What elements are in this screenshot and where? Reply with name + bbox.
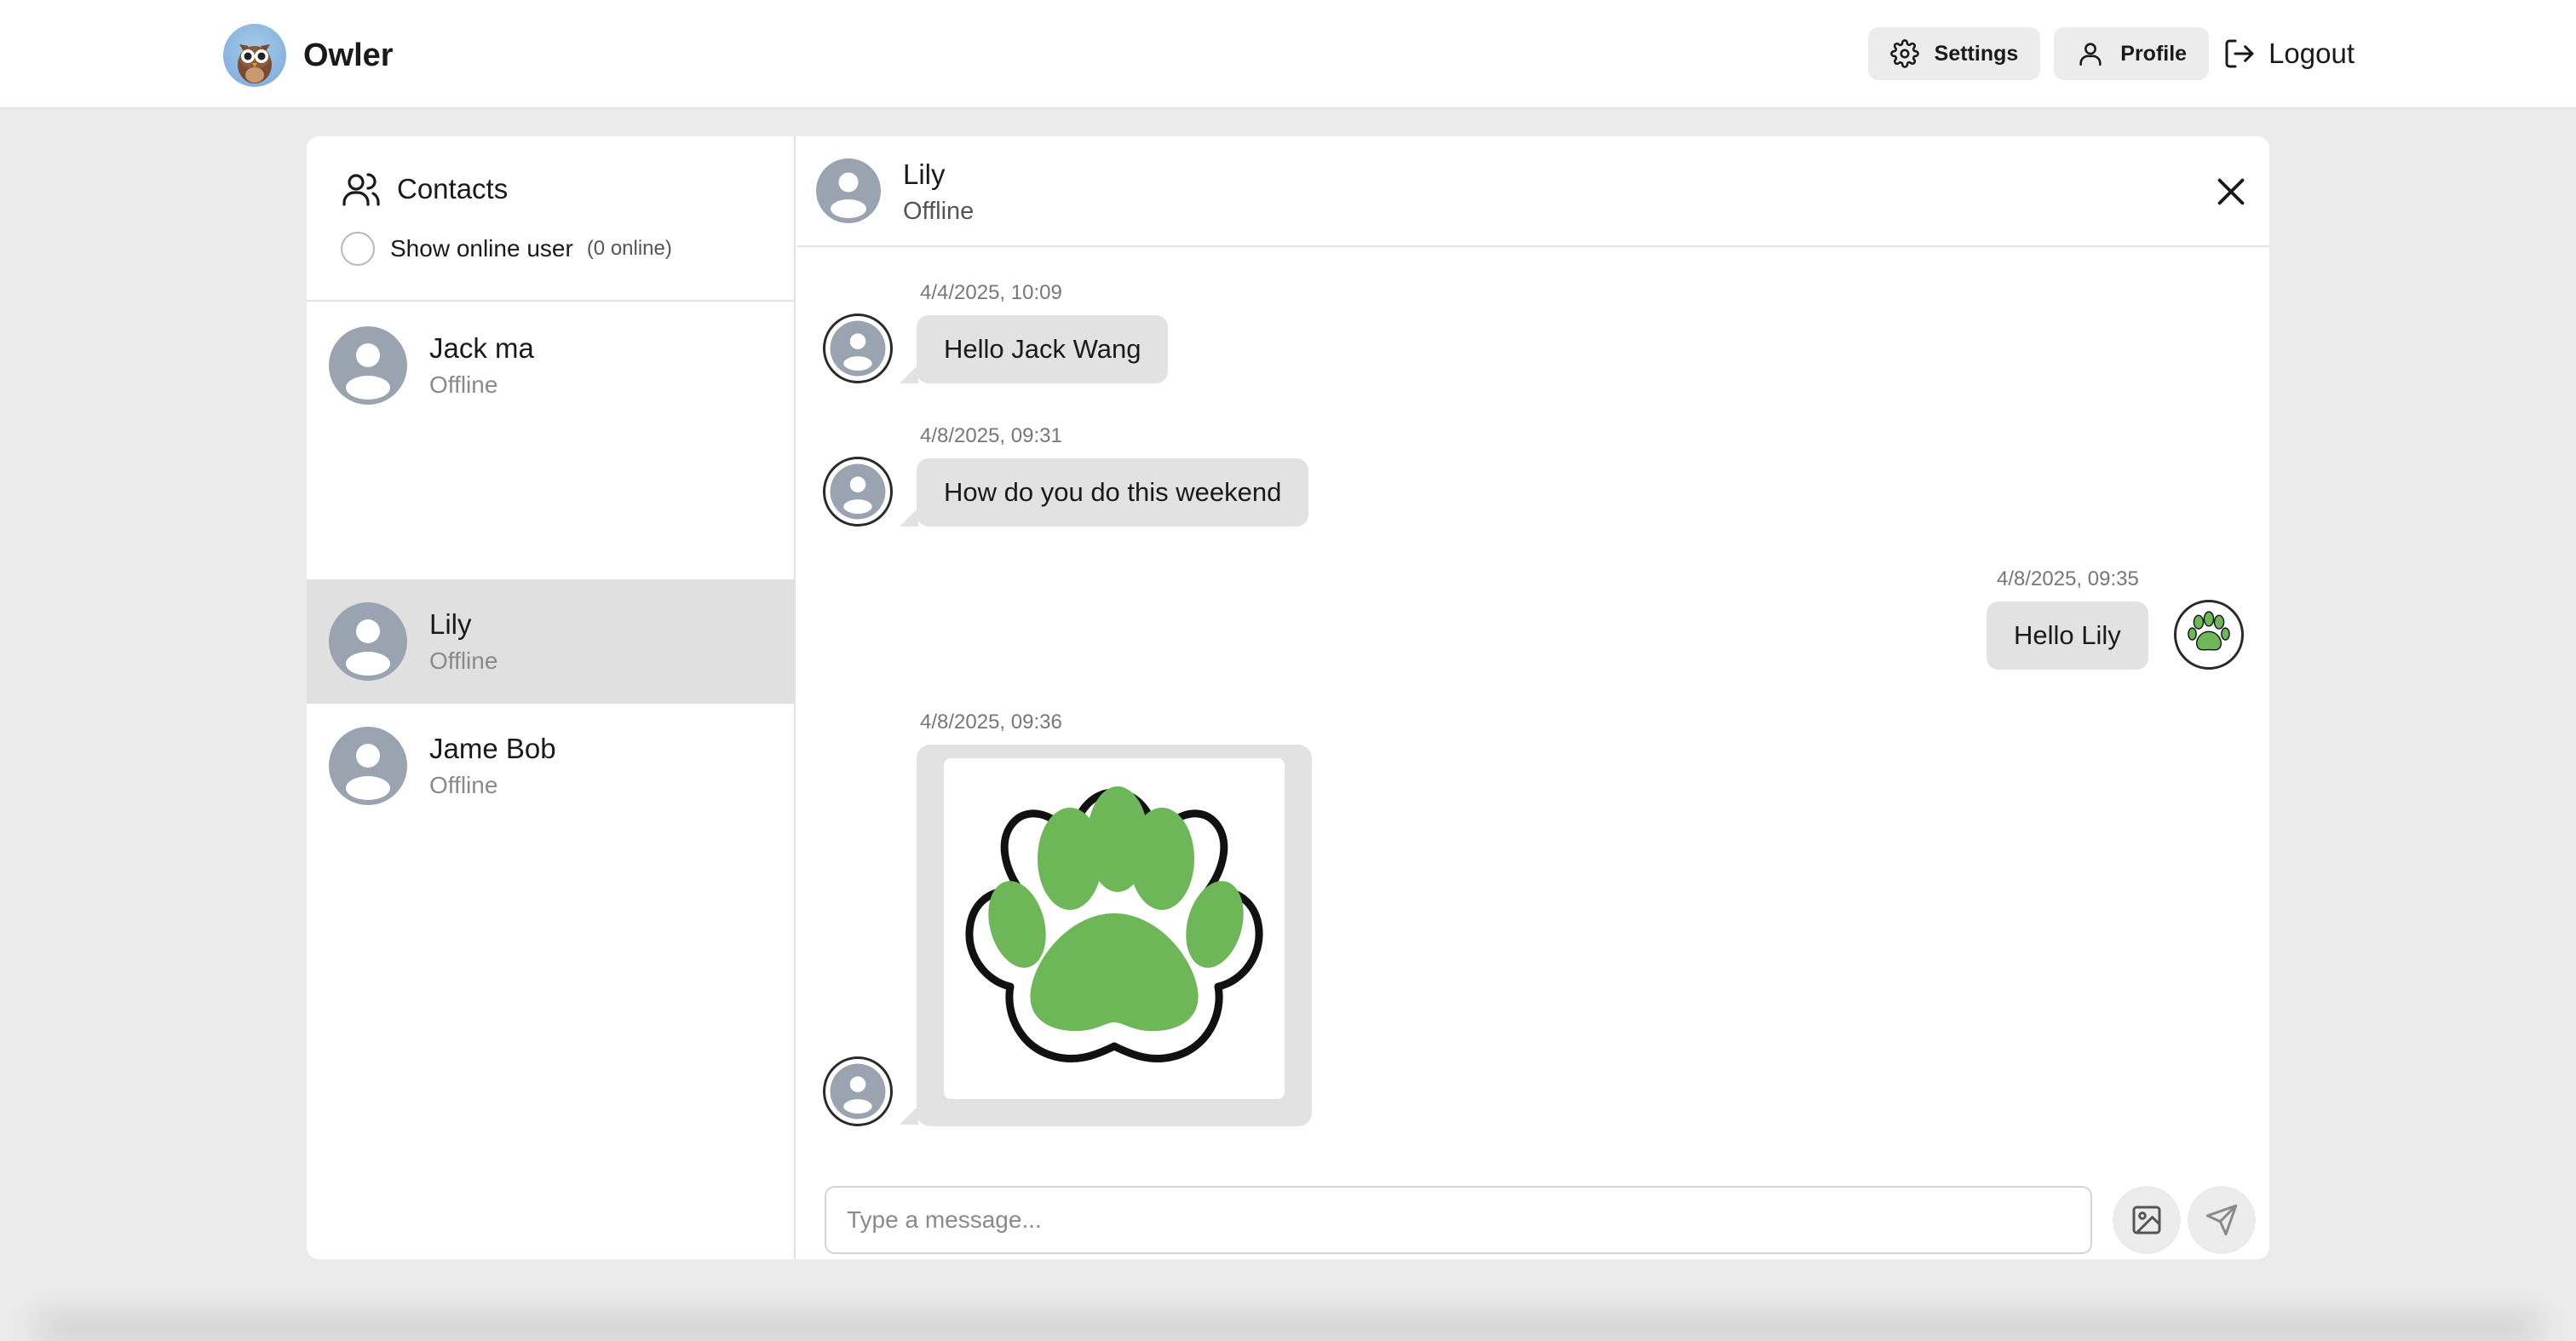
contact-name: Jack ma bbox=[429, 332, 534, 364]
message-timestamp: 4/8/2025, 09:31 bbox=[920, 424, 1062, 447]
message-timestamp: 4/4/2025, 10:09 bbox=[920, 281, 1062, 304]
settings-label: Settings bbox=[1934, 41, 2019, 66]
contact-item[interactable]: Jack ma Offline bbox=[307, 303, 794, 428]
settings-button[interactable]: Settings bbox=[1867, 27, 2041, 80]
message-timestamp: 4/8/2025, 09:36 bbox=[920, 711, 1062, 734]
logout-button[interactable]: Logout bbox=[2222, 27, 2355, 80]
contacts-header: Contacts Show online user (0 online) bbox=[307, 136, 794, 302]
top-navigation-bar: Owler Settings Profile Logout bbox=[0, 0, 2576, 109]
show-online-label: Show online user bbox=[390, 235, 573, 262]
contacts-title: Contacts bbox=[341, 169, 794, 210]
send-button[interactable] bbox=[2188, 1186, 2256, 1254]
user-icon bbox=[2079, 43, 2102, 66]
logout-label: Logout bbox=[2268, 37, 2355, 69]
contacts-title-text: Contacts bbox=[397, 173, 509, 204]
message-bubble: Hello Jack Wang bbox=[917, 315, 1169, 383]
message-timestamp: 4/8/2025, 09:35 bbox=[1997, 567, 2139, 590]
contact-name: Lily bbox=[429, 608, 472, 640]
brand[interactable]: Owler bbox=[223, 24, 394, 87]
app-name: Owler bbox=[303, 37, 394, 73]
chat-contact-status: Offline bbox=[903, 198, 975, 225]
chat-panel: Lily Offline 4/4/2025, 10:09 Hello Jack … bbox=[797, 136, 2269, 1259]
bubble-tail bbox=[2109, 651, 2128, 670]
page-bottom-shadow bbox=[34, 1304, 2542, 1341]
contacts-sidebar: Contacts Show online user (0 online) Jac… bbox=[307, 136, 796, 1259]
online-count: (0 online) bbox=[586, 237, 672, 260]
sender-avatar-icon bbox=[823, 1056, 893, 1126]
contact-item[interactable]: Jame Bob Offline bbox=[307, 704, 794, 828]
gear-icon bbox=[1889, 39, 1919, 68]
show-online-toggle[interactable]: Show online user (0 online) bbox=[341, 232, 794, 266]
bubble-tail bbox=[900, 365, 918, 383]
image-icon bbox=[2132, 1206, 2161, 1235]
contact-item-active[interactable]: Lily Offline bbox=[307, 579, 794, 704]
attach-image-button[interactable] bbox=[2113, 1186, 2181, 1254]
show-online-checkbox[interactable] bbox=[341, 232, 375, 266]
bubble-tail bbox=[900, 508, 918, 527]
image-message-bubble[interactable] bbox=[917, 745, 1312, 1126]
contact-status: Offline bbox=[429, 371, 498, 398]
sender-avatar-icon bbox=[823, 314, 893, 383]
message-bubble: How do you do this weekend bbox=[917, 458, 1309, 527]
header-nav: Settings Profile Logout bbox=[1867, 27, 2355, 80]
default-avatar-icon bbox=[329, 602, 407, 681]
profile-label: Profile bbox=[2120, 41, 2188, 66]
profile-button[interactable]: Profile bbox=[2054, 27, 2210, 80]
contact-status: Offline bbox=[429, 772, 498, 798]
chat-contact-name: Lily bbox=[903, 158, 946, 190]
message-input[interactable] bbox=[825, 1186, 2092, 1254]
default-avatar-icon bbox=[816, 158, 881, 223]
chat-card: Contacts Show online user (0 online) Jac… bbox=[307, 136, 2269, 1259]
contact-name: Jame Bob bbox=[429, 733, 556, 764]
chat-header: Lily Offline bbox=[797, 136, 2269, 247]
paw-print-image[interactable] bbox=[944, 758, 1285, 1099]
users-icon bbox=[342, 173, 380, 206]
default-avatar-icon bbox=[329, 727, 407, 805]
default-avatar-icon bbox=[329, 326, 407, 405]
send-icon bbox=[2205, 1204, 2238, 1236]
sender-avatar-icon bbox=[823, 457, 893, 527]
contact-status: Offline bbox=[429, 647, 498, 674]
paw-avatar-icon bbox=[2174, 600, 2244, 670]
logout-icon bbox=[2225, 39, 2254, 68]
bubble-tail bbox=[900, 1106, 918, 1125]
owl-logo-icon bbox=[223, 24, 286, 87]
close-icon[interactable] bbox=[2211, 172, 2251, 211]
